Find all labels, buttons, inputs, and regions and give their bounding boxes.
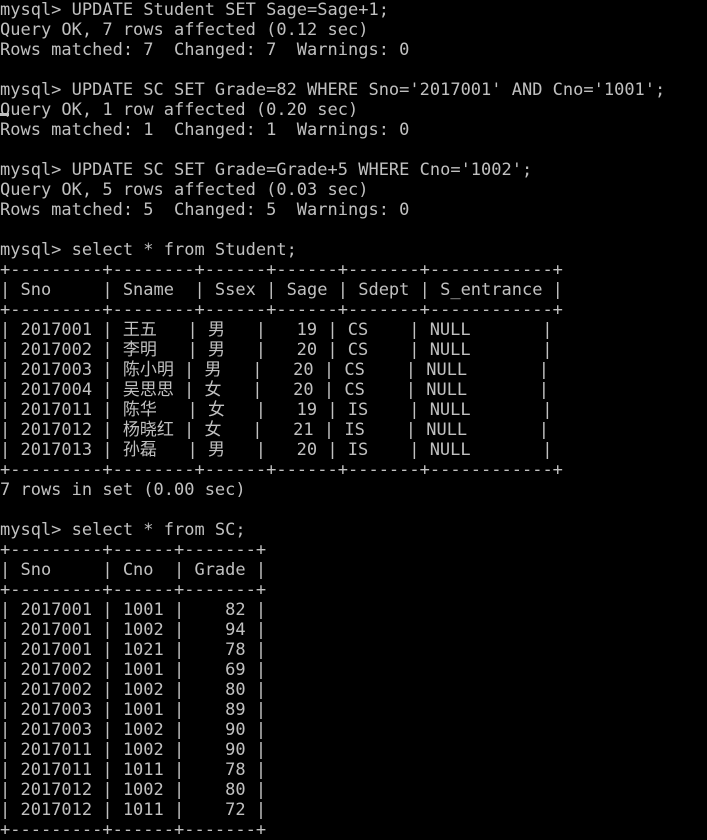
cursor-icon xyxy=(0,113,9,116)
table-row: | 2017001 | 1002 | 94 | xyxy=(0,620,267,640)
terminal-line: mysql> UPDATE SC SET Grade=Grade+5 WHERE… xyxy=(0,160,533,180)
table-row: | 2017002 | 1001 | 69 | xyxy=(0,660,267,680)
table-row: | 2017002 | 李明 | 男 | 20 | CS | NULL | xyxy=(0,340,553,360)
terminal-line: 7 rows in set (0.00 sec) xyxy=(0,480,246,500)
terminal-line: mysql> select * from Student; xyxy=(0,240,297,260)
terminal-line: mysql> select * from SC; xyxy=(0,520,246,540)
table-row: | 2017012 | 1011 | 72 | xyxy=(0,800,267,820)
terminal-window[interactable]: mysql> UPDATE Student SET Sage=Sage+1; Q… xyxy=(0,0,707,840)
table-row: | 2017011 | 1002 | 90 | xyxy=(0,740,267,760)
table-border: +---------+--------+------+------+------… xyxy=(0,260,563,280)
table-border: +---------+------+-------+ xyxy=(0,580,267,600)
table-row: | 2017012 | 1002 | 80 | xyxy=(0,780,267,800)
table-row: | 2017012 | 杨晓红 | 女 | 21 | IS | NULL | xyxy=(0,420,550,440)
terminal-line: Query OK, 5 rows affected (0.03 sec) xyxy=(0,180,369,200)
terminal-line: Rows matched: 1 Changed: 1 Warnings: 0 xyxy=(0,120,410,140)
table-row: | 2017011 | 陈华 | 女 | 19 | IS | NULL | xyxy=(0,400,553,420)
table-border: +---------+------+-------+ xyxy=(0,820,267,840)
table-header: | Sno | Sname | Ssex | Sage | Sdept | S_… xyxy=(0,280,563,300)
terminal-line: Rows matched: 5 Changed: 5 Warnings: 0 xyxy=(0,200,410,220)
table-row: | 2017003 | 1002 | 90 | xyxy=(0,720,267,740)
terminal-line: Query OK, 7 rows affected (0.12 sec) xyxy=(0,20,369,40)
table-row: | 2017011 | 1011 | 78 | xyxy=(0,760,267,780)
table-border: +---------+--------+------+------+------… xyxy=(0,300,563,320)
table-row: | 2017013 | 孙磊 | 男 | 20 | IS | NULL | xyxy=(0,440,553,460)
terminal-line: mysql> UPDATE Student SET Sage=Sage+1; xyxy=(0,0,389,20)
terminal-line: mysql> UPDATE SC SET Grade=82 WHERE Sno=… xyxy=(0,80,666,100)
table-row: | 2017001 | 1001 | 82 | xyxy=(0,600,267,620)
table-border: +---------+--------+------+------+------… xyxy=(0,460,563,480)
terminal-line: Query OK, 1 row affected (0.20 sec) xyxy=(0,100,359,120)
table-row: | 2017001 | 王五 | 男 | 19 | CS | NULL | xyxy=(0,320,553,340)
table-row: | 2017004 | 吴思思 | 女 | 20 | CS | NULL | xyxy=(0,380,550,400)
table-row: | 2017003 | 陈小明 | 男 | 20 | CS | NULL | xyxy=(0,360,550,380)
table-header: | Sno | Cno | Grade | xyxy=(0,560,267,580)
table-row: | 2017002 | 1002 | 80 | xyxy=(0,680,267,700)
terminal-line: Rows matched: 7 Changed: 7 Warnings: 0 xyxy=(0,40,410,60)
table-row: | 2017003 | 1001 | 89 | xyxy=(0,700,267,720)
table-border: +---------+------+-------+ xyxy=(0,540,267,560)
table-row: | 2017001 | 1021 | 78 | xyxy=(0,640,267,660)
